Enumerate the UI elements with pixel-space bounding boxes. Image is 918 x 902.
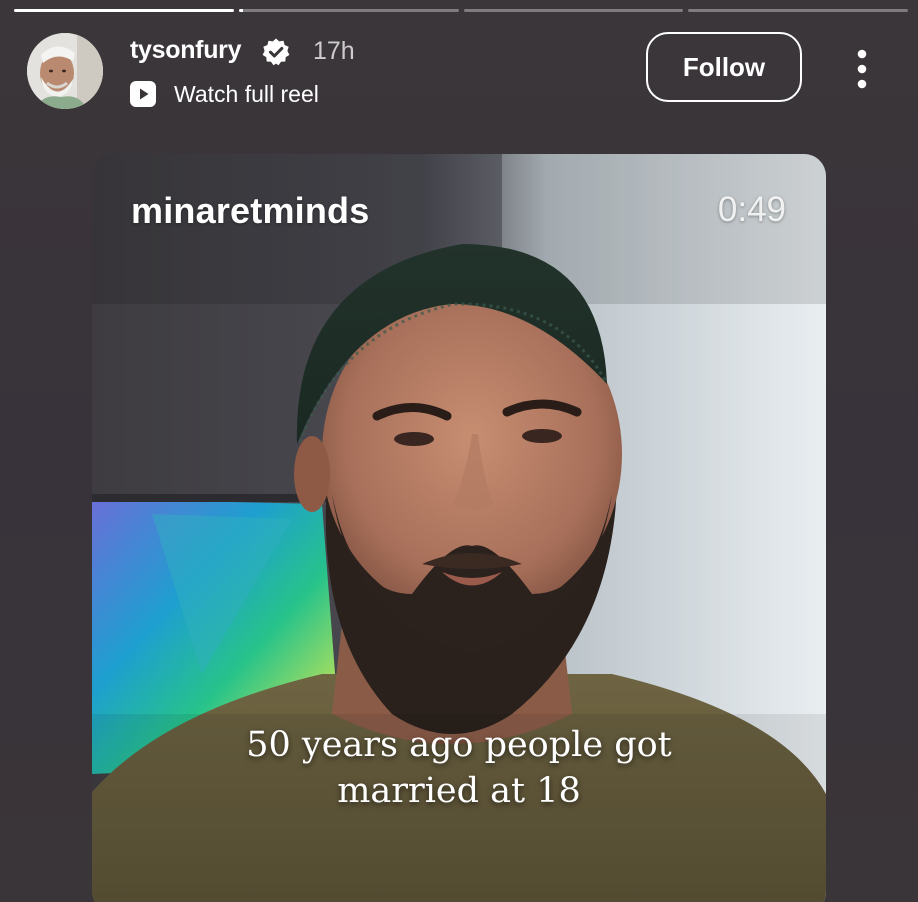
watch-full-reel-label: Watch full reel <box>174 80 319 107</box>
play-icon <box>130 81 156 107</box>
story-viewer: tysonfury 17h Watch full reel Follow min… <box>0 0 918 902</box>
follow-button[interactable]: Follow <box>646 32 802 102</box>
reel-author[interactable]: minaretminds <box>131 190 369 232</box>
caption-line: 50 years ago people got <box>246 725 672 765</box>
more-vertical-icon[interactable] <box>848 48 876 90</box>
reel-caption: 50 years ago people got married at 18 <box>92 722 826 814</box>
watch-full-reel-link[interactable]: Watch full reel <box>130 80 319 108</box>
username[interactable]: tysonfury <box>130 36 242 65</box>
progress-segment <box>14 9 234 12</box>
progress-segment <box>688 9 908 12</box>
progress-fill <box>14 9 234 12</box>
progress-segment <box>238 9 459 12</box>
story-progress-bar <box>14 9 908 12</box>
progress-fill <box>238 9 244 12</box>
verified-badge-icon <box>262 38 290 66</box>
caption-line: married at 18 <box>337 771 581 811</box>
avatar[interactable] <box>27 33 103 109</box>
reel-preview[interactable]: minaretminds 0:49 50 years ago people go… <box>92 154 826 902</box>
progress-segment <box>463 9 684 12</box>
avatar-man-white-beard <box>27 33 103 109</box>
post-time: 17h <box>313 37 355 65</box>
reel-duration: 0:49 <box>717 190 786 229</box>
